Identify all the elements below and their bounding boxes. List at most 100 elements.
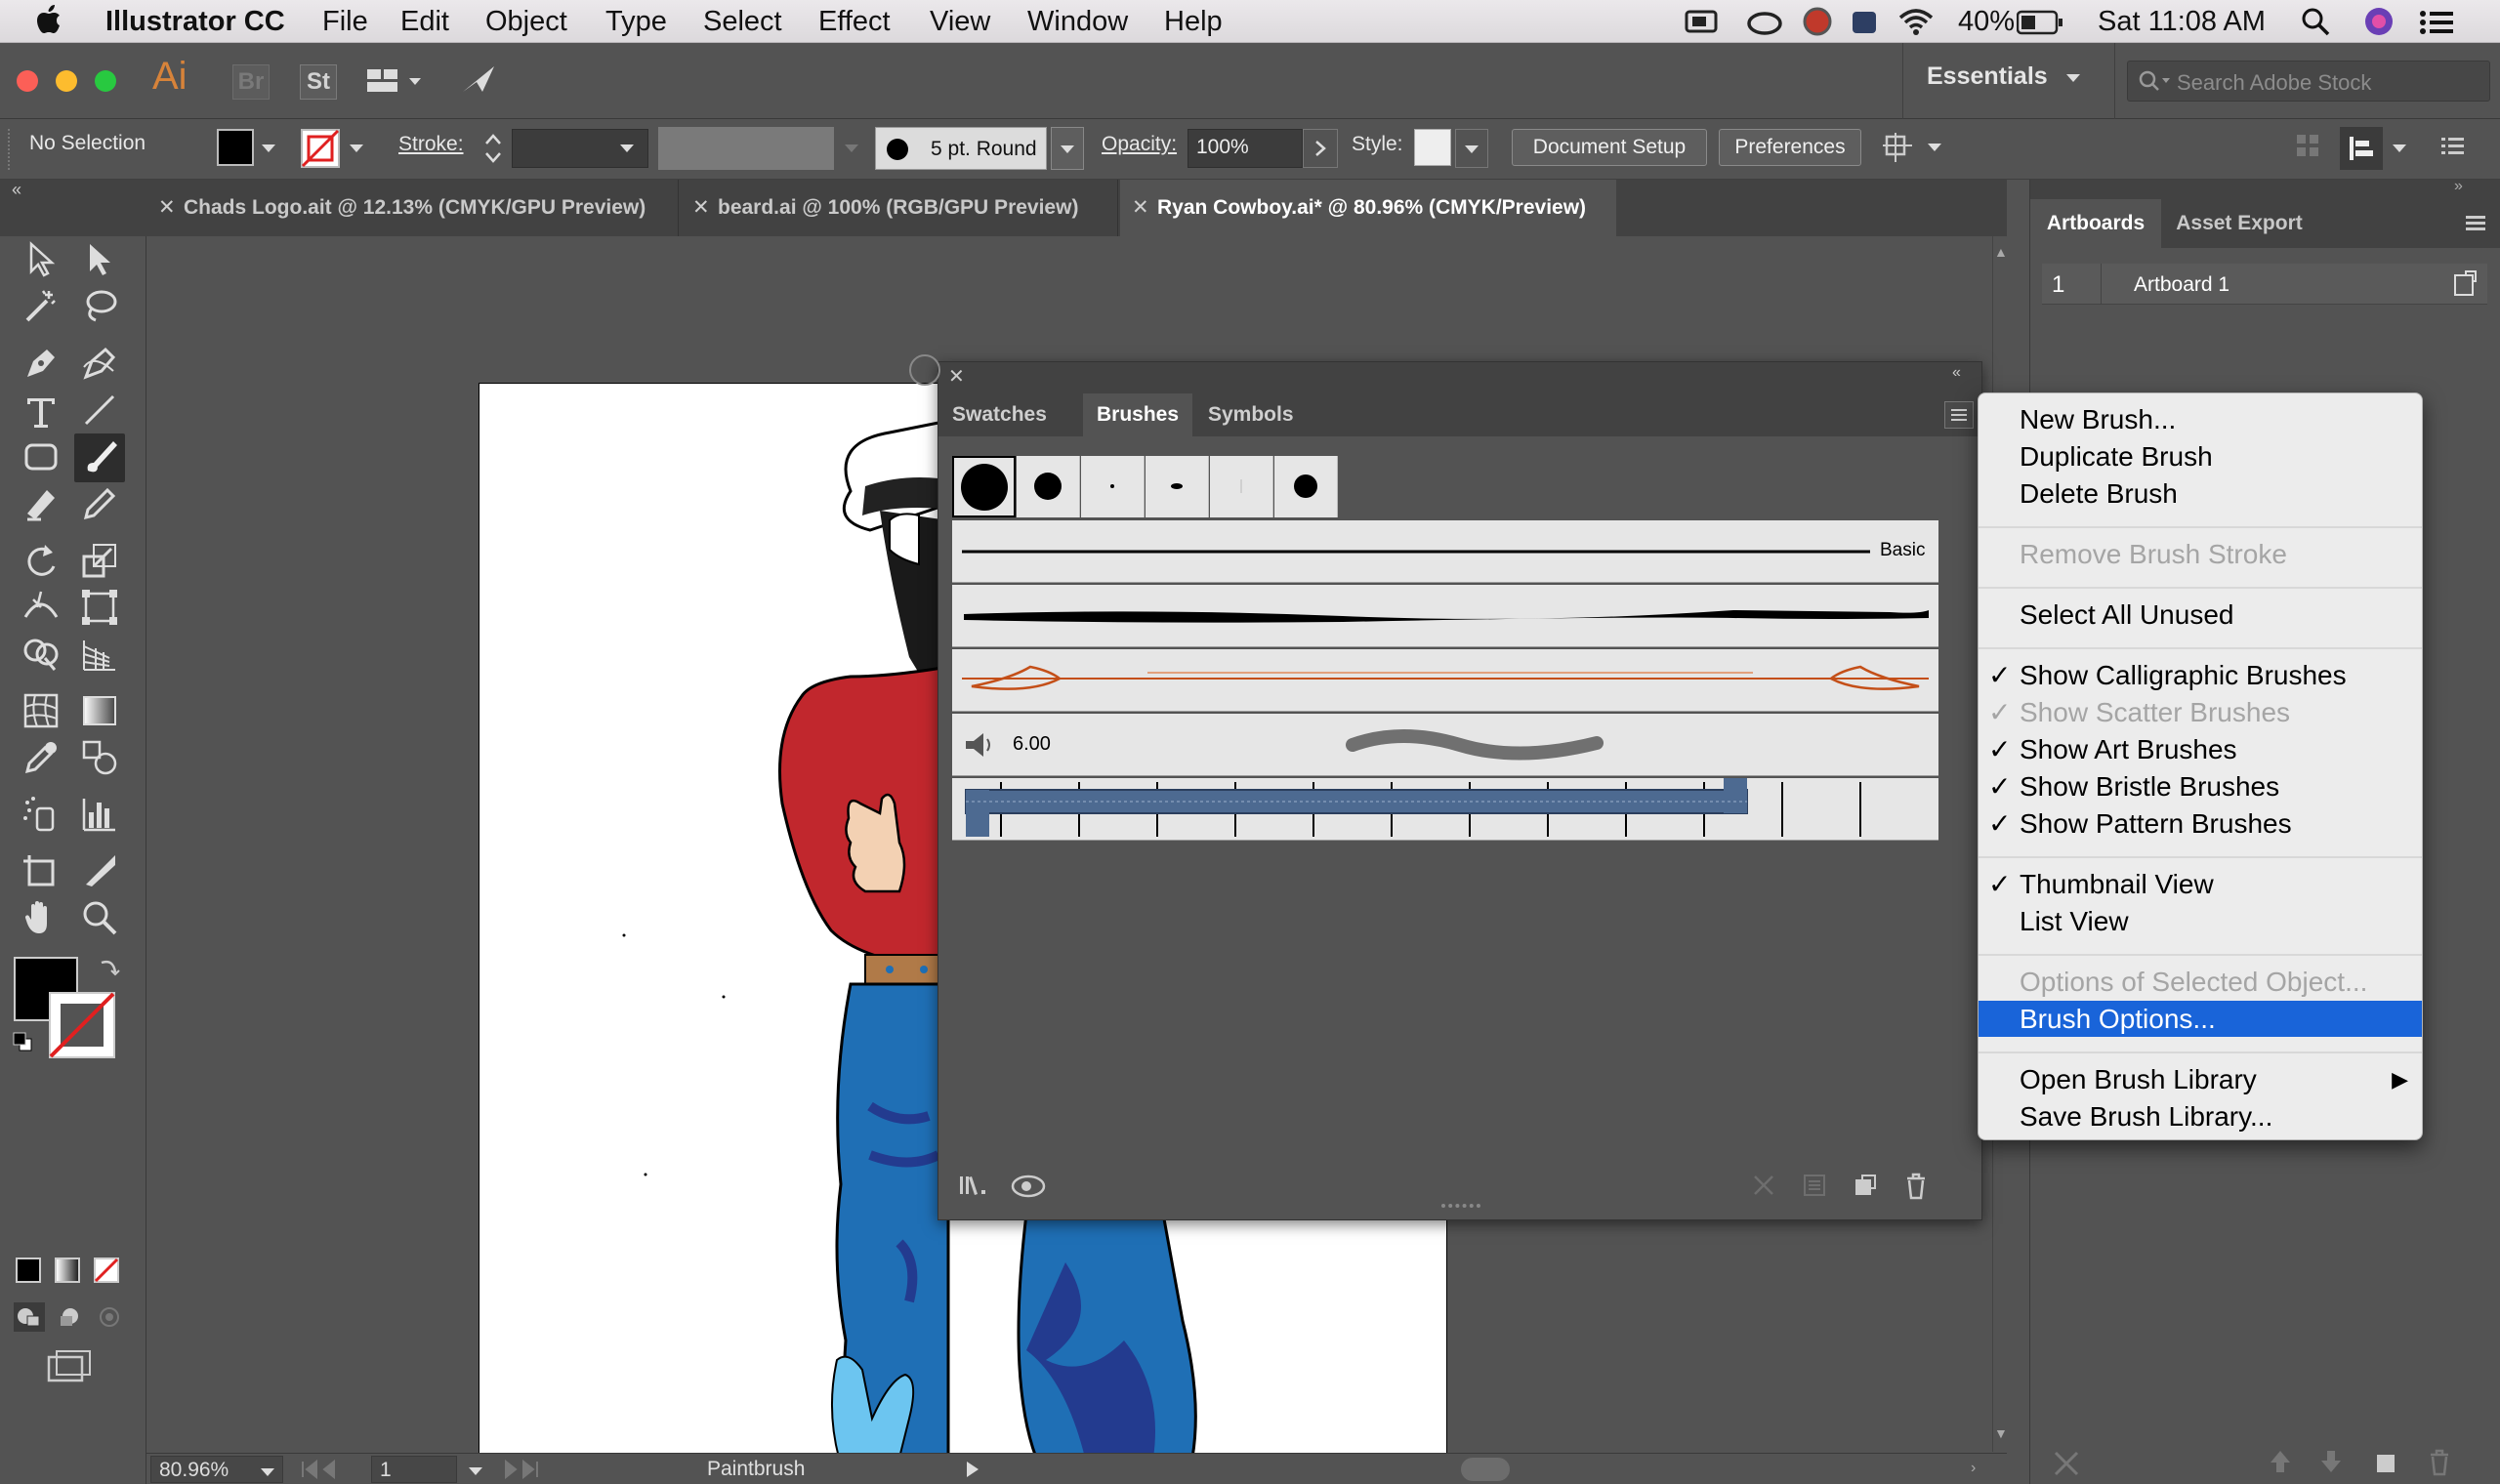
- workspace-switcher[interactable]: Essentials: [1927, 62, 2048, 91]
- menu-item-show-art-brushes[interactable]: ✓ Show Art Brushes: [1979, 731, 2422, 767]
- send-feedback-icon[interactable]: [461, 62, 498, 96]
- pen-tool-icon[interactable]: [21, 344, 61, 383]
- align-panel-button[interactable]: [2340, 127, 2383, 170]
- fill-color-swatch[interactable]: [217, 129, 254, 166]
- none-mode-button[interactable]: [94, 1257, 119, 1283]
- brush-thumb-round-large[interactable]: [952, 456, 1016, 517]
- magic-wand-tool-icon[interactable]: [21, 287, 61, 326]
- selection-tool-icon[interactable]: [21, 240, 61, 279]
- swap-fill-stroke-icon[interactable]: [98, 955, 121, 978]
- spotlight-search-icon[interactable]: [2301, 7, 2330, 36]
- brush-row-arrow[interactable]: [952, 649, 1938, 712]
- brush-thumb-small-dot[interactable]: [1081, 456, 1145, 517]
- gradient-mode-button[interactable]: [55, 1257, 80, 1283]
- brush-row-basic[interactable]: Basic: [952, 520, 1938, 583]
- zoom-tool-icon[interactable]: [80, 898, 119, 937]
- change-screen-mode-icon[interactable]: [47, 1349, 92, 1382]
- artboard-tool-icon[interactable]: [21, 851, 61, 890]
- slice-tool-icon[interactable]: [80, 851, 119, 890]
- tab-beard[interactable]: ✕ beard.ai @ 100% (RGB/GPU Preview): [681, 180, 1118, 236]
- minimize-window-button[interactable]: [55, 69, 78, 93]
- perspective-grid-tool-icon[interactable]: [80, 635, 119, 674]
- fill-chevron-down-icon[interactable]: [262, 144, 275, 152]
- brushes-menu-icon[interactable]: [1944, 401, 1974, 429]
- brush-row-charcoal[interactable]: [952, 585, 1938, 647]
- menu-item-new-brush[interactable]: New Brush...: [1979, 401, 2422, 437]
- brush-thumb-round-small[interactable]: [1274, 456, 1338, 517]
- wifi-icon[interactable]: [1896, 6, 1936, 37]
- artboard-name[interactable]: Artboard 1: [2134, 273, 2229, 297]
- rearrange-artboards-icon[interactable]: [2052, 1449, 2081, 1478]
- rectangle-tool-icon[interactable]: [21, 437, 61, 476]
- collapse-panel-icon[interactable]: «: [1952, 364, 1961, 382]
- move-up-icon[interactable]: [2269, 1449, 2292, 1474]
- arrange-documents-icon[interactable]: [366, 66, 425, 96]
- menu-help[interactable]: Help: [1164, 6, 1223, 38]
- scroll-down-icon[interactable]: ▼: [1994, 1425, 2008, 1441]
- profile-chevron-down-icon[interactable]: [845, 144, 858, 152]
- gradient-tool-icon[interactable]: [80, 691, 119, 730]
- menu-item-select-all-unused[interactable]: Select All Unused: [1979, 597, 2422, 633]
- menu-item-thumbnail-view[interactable]: ✓ Thumbnail View: [1979, 866, 2422, 902]
- width-tool-icon[interactable]: [21, 588, 61, 627]
- tab-artboards[interactable]: Artboards: [2030, 199, 2161, 248]
- new-brush-icon[interactable]: [1853, 1173, 1878, 1198]
- panel-dock-header[interactable]: »: [2030, 178, 2500, 199]
- stroke-color-box[interactable]: [49, 992, 115, 1058]
- artboard-list-row[interactable]: 1 Artboard 1: [2042, 264, 2487, 305]
- stroke-color-swatch[interactable]: [301, 129, 340, 168]
- brush-thumb-round-medium[interactable]: [1017, 456, 1080, 517]
- menu-item-show-bristle-brushes[interactable]: ✓ Show Bristle Brushes: [1979, 768, 2422, 804]
- time-machine-icon[interactable]: [1685, 8, 1720, 35]
- notification-icon[interactable]: [1802, 6, 1833, 37]
- tab-swatches[interactable]: Swatches: [938, 393, 1061, 436]
- artboard-navigation-input[interactable]: 1: [371, 1456, 457, 1483]
- variable-width-profile[interactable]: [658, 127, 834, 170]
- app-menu[interactable]: Illustrator CC: [105, 6, 285, 38]
- graphic-style-swatch[interactable]: [1414, 129, 1451, 166]
- default-fill-stroke-icon[interactable]: [12, 1031, 33, 1052]
- eyedropper-tool-icon[interactable]: [21, 738, 61, 777]
- new-artboard-icon[interactable]: [2374, 1449, 2399, 1474]
- opacity-input[interactable]: 100%: [1188, 129, 1303, 168]
- collapse-dock-icon[interactable]: »: [2454, 178, 2463, 195]
- tab-ryan-cowboy[interactable]: ✕ Ryan Cowboy.ai* @ 80.96% (CMYK/Preview…: [1120, 180, 1616, 236]
- shape-builder-tool-icon[interactable]: [21, 635, 61, 674]
- paintbrush-tool-icon[interactable]: [74, 433, 125, 482]
- brush-libraries-menu-icon[interactable]: [958, 1173, 991, 1198]
- control-bar-menu-icon[interactable]: [2441, 135, 2465, 158]
- opacity-expand-button[interactable]: [1303, 129, 1338, 168]
- draw-inside-icon[interactable]: [94, 1302, 125, 1332]
- align-grid-icon[interactable]: [2295, 133, 2322, 160]
- apple-icon[interactable]: [37, 4, 62, 35]
- panel-menu-icon[interactable]: [2466, 213, 2489, 234]
- hand-tool-icon[interactable]: [21, 898, 61, 937]
- panel-drag-handle[interactable]: [908, 353, 941, 387]
- graphic-style-chevron[interactable]: [1455, 129, 1488, 168]
- tab-chads-logo[interactable]: ✕ Chads Logo.ait @ 12.13% (CMYK/GPU Prev…: [146, 180, 679, 236]
- menu-item-delete-brush[interactable]: Delete Brush: [1979, 475, 2422, 512]
- free-transform-tool-icon[interactable]: [80, 588, 119, 627]
- brush-thumb-thin-line[interactable]: [1210, 456, 1273, 517]
- scroll-right-icon[interactable]: ›: [1971, 1460, 1976, 1477]
- curvature-tool-icon[interactable]: [80, 344, 119, 383]
- menu-view[interactable]: View: [930, 6, 990, 38]
- menu-effect[interactable]: Effect: [818, 6, 891, 38]
- menu-item-show-pattern-brushes[interactable]: ✓ Show Pattern Brushes: [1979, 805, 2422, 842]
- direct-selection-tool-icon[interactable]: [80, 240, 119, 279]
- close-panel-icon[interactable]: ✕: [948, 364, 965, 389]
- next-artboard-icon[interactable]: [498, 1460, 541, 1479]
- brush-row-bristle[interactable]: 6.00: [952, 714, 1938, 776]
- panel-resize-grip[interactable]: [1441, 1204, 1480, 1210]
- select-similar-objects-icon[interactable]: [1883, 131, 1941, 166]
- rotate-tool-icon[interactable]: [21, 541, 61, 580]
- delete-artboard-icon[interactable]: [2427, 1449, 2452, 1476]
- remove-brush-stroke-icon[interactable]: [1751, 1173, 1776, 1198]
- draw-normal-icon[interactable]: [14, 1302, 45, 1332]
- symbol-sprayer-tool-icon[interactable]: [21, 795, 61, 834]
- scroll-up-icon[interactable]: ▲: [1994, 244, 2008, 260]
- brush-thumb-oval[interactable]: [1146, 456, 1209, 517]
- blend-tool-icon[interactable]: [80, 738, 119, 777]
- zoom-level-input[interactable]: 80.96%: [150, 1456, 283, 1483]
- close-tab-icon[interactable]: ✕: [692, 180, 710, 236]
